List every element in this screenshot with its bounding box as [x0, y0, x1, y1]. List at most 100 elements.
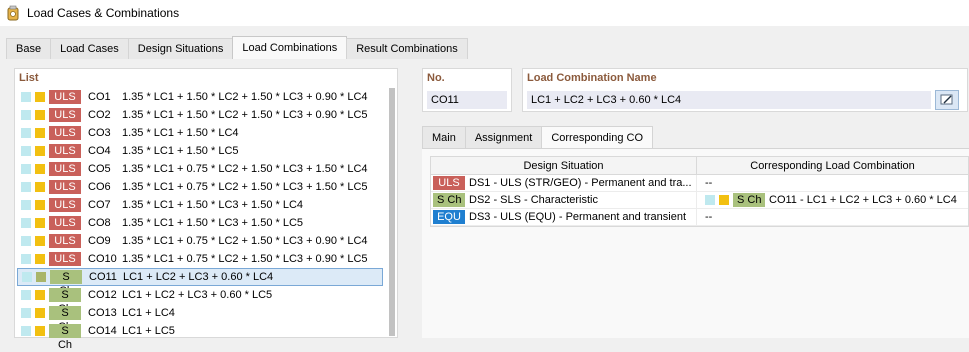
list-item[interactable]: ULS CO4 1.35 * LC1 + 1.50 * LC5: [17, 142, 383, 160]
co-number: CO9: [88, 235, 111, 247]
no-label: No.: [427, 72, 445, 84]
co-formula: 1.35 * LC1 + 1.50 * LC3 + 1.50 * LC5: [122, 217, 304, 229]
co-formula: 1.35 * LC1 + 1.50 * LC3 + 1.50 * LC4: [122, 199, 304, 211]
list-item[interactable]: ULS CO2 1.35 * LC1 + 1.50 * LC2 + 1.50 * L…: [17, 106, 383, 124]
list-item[interactable]: ULS CO9 1.35 * LC1 + 0.75 * LC2 + 1.50 * L…: [17, 232, 383, 250]
list-item[interactable]: ULS CO1 1.35 * LC1 + 1.50 * LC2 + 1.50 * L…: [17, 88, 383, 106]
list-item[interactable]: ULS CO7 1.35 * LC1 + 1.50 * LC3 + 1.50 * L…: [17, 196, 383, 214]
type-swatch-icon: [35, 92, 45, 102]
design-situation-cell: S Ch DS2 - SLS - Characteristic: [431, 191, 697, 209]
co-formula: 1.35 * LC1 + 0.75 * LC2 + 1.50 * LC3 + 0…: [122, 253, 368, 265]
table-row[interactable]: ULS DS1 - ULS (STR/GEO) - Permanent and t…: [431, 174, 968, 192]
co-formula: 1.35 * LC1 + 0.75 * LC2 + 1.50 * LC3 + 0…: [122, 235, 368, 247]
co-number: CO11: [89, 271, 117, 283]
category-badge: ULS: [49, 252, 81, 266]
color-swatch-icon: [21, 128, 31, 138]
tab-corresponding-co[interactable]: Corresponding CO: [541, 126, 654, 148]
app-icon: [5, 5, 21, 21]
edit-name-button[interactable]: [935, 90, 959, 110]
design-situation-text: DS3 - ULS (EQU) - Permanent and transien…: [469, 211, 687, 223]
list-item[interactable]: ULS CO5 1.35 * LC1 + 0.75 * LC2 + 1.50 * L…: [17, 160, 383, 178]
co-formula: 1.35 * LC1 + 0.75 * LC2 + 1.50 * LC3 + 1…: [122, 163, 368, 175]
type-swatch-icon: [35, 236, 45, 246]
tab-main[interactable]: Main: [422, 126, 466, 148]
co-number: CO4: [88, 145, 111, 157]
corresponding-text: CO11 - LC1 + LC2 + LC3 + 0.60 * LC4: [769, 194, 957, 206]
corresponding-cell[interactable]: S Ch CO11 - LC1 + LC2 + LC3 + 0.60 * LC4: [697, 192, 968, 209]
type-swatch-icon: [35, 128, 45, 138]
co-number: CO1: [88, 91, 111, 103]
list-item[interactable]: ULS CO10 1.35 * LC1 + 0.75 * LC2 + 1.50 * …: [17, 250, 383, 268]
color-swatch-icon: [21, 236, 31, 246]
co-number: CO10: [88, 253, 117, 265]
no-panel: No. CO11: [422, 68, 512, 112]
type-swatch-icon: [35, 164, 45, 174]
design-situation-cell: ULS DS1 - ULS (STR/GEO) - Permanent and t…: [431, 174, 697, 192]
co-formula: LC1 + LC2 + LC3 + 0.60 * LC4: [123, 271, 274, 283]
co-number: CO8: [88, 217, 111, 229]
color-swatch-icon: [21, 200, 31, 210]
co-number: CO7: [88, 199, 111, 211]
co-formula: 1.35 * LC1 + 0.75 * LC2 + 1.50 * LC3 + 1…: [122, 181, 368, 193]
tab-assignment[interactable]: Assignment: [464, 126, 543, 148]
list-item[interactable]: ULS CO8 1.35 * LC1 + 1.50 * LC3 + 1.50 * L…: [17, 214, 383, 232]
list-rows: ULS CO1 1.35 * LC1 + 1.50 * LC2 + 1.50 * L…: [17, 88, 383, 351]
corresponding-text: --: [705, 177, 713, 189]
list-item[interactable]: S Ch CO11 LC1 + LC2 + LC3 + 0.60 * LC4: [17, 268, 383, 297]
col-corresponding-lc: Corresponding Load Combination: [750, 160, 915, 172]
design-situation-text: DS1 - ULS (STR/GEO) - Permanent and tra.…: [469, 177, 692, 189]
list-item[interactable]: S Ch CO12 LC1 + LC2 + LC3 + 0.60 * LC5: [17, 286, 383, 315]
no-field[interactable]: CO11: [427, 91, 507, 109]
edit-icon: [940, 94, 953, 105]
main-tabs: Base Load Cases Design Situations Load C…: [0, 36, 468, 60]
color-swatch-icon: [21, 308, 31, 318]
co-formula: LC1 + LC2 + LC3 + 0.60 * LC5: [122, 289, 273, 301]
name-field[interactable]: LC1 + LC2 + LC3 + 0.60 * LC4: [527, 91, 931, 109]
scroll-thumb[interactable]: [389, 88, 395, 336]
co-formula: LC1 + LC4: [122, 307, 175, 319]
category-badge: S Ch: [433, 193, 465, 207]
tab-load-combinations[interactable]: Load Combinations: [232, 36, 348, 59]
co-formula: 1.35 * LC1 + 1.50 * LC4: [122, 127, 239, 139]
co-formula: 1.35 * LC1 + 1.50 * LC5: [122, 145, 239, 157]
list-item[interactable]: S Ch CO13 LC1 + LC4: [17, 304, 383, 333]
corresponding-cell[interactable]: --: [697, 175, 968, 192]
list-item[interactable]: ULS CO6 1.35 * LC1 + 0.75 * LC2 + 1.50 * L…: [17, 178, 383, 196]
co-number: CO13: [88, 307, 117, 319]
co-number: CO12: [88, 289, 117, 301]
category-badge: EQU: [433, 210, 465, 224]
type-swatch-icon: [35, 254, 45, 264]
window-title: Load Cases & Combinations: [27, 6, 180, 20]
color-swatch-icon: [21, 182, 31, 192]
tab-load-cases[interactable]: Load Cases: [50, 38, 129, 59]
category-badge: S Ch: [49, 306, 81, 333]
corresponding-text: --: [705, 211, 713, 223]
type-swatch-icon: [35, 182, 45, 192]
corresponding-cell[interactable]: --: [697, 209, 968, 226]
category-badge: ULS: [49, 144, 81, 158]
type-swatch-icon: [719, 195, 729, 205]
sub-tabs: Main Assignment Corresponding CO: [422, 126, 654, 148]
tab-design-situations[interactable]: Design Situations: [127, 38, 234, 59]
table-row[interactable]: S Ch DS2 - SLS - Characteristic S Ch CO11 -…: [431, 191, 968, 209]
category-badge: ULS: [49, 126, 81, 140]
color-swatch-icon: [21, 146, 31, 156]
list-item[interactable]: ULS CO3 1.35 * LC1 + 1.50 * LC4: [17, 124, 383, 142]
category-badge: ULS: [49, 90, 81, 104]
category-badge: S Ch: [49, 288, 81, 315]
tab-base[interactable]: Base: [6, 38, 52, 59]
type-swatch-icon: [35, 200, 45, 210]
tab-result-combinations[interactable]: Result Combinations: [346, 38, 468, 59]
name-label: Load Combination Name: [527, 72, 657, 84]
type-swatch-icon: [35, 110, 45, 120]
color-swatch-icon: [21, 110, 31, 120]
type-swatch-icon: [35, 146, 45, 156]
table-row[interactable]: EQU DS3 - ULS (EQU) - Permanent and trans…: [431, 208, 968, 226]
name-panel: Load Combination Name LC1 + LC2 + LC3 + …: [522, 68, 968, 112]
grid-rows: ULS DS1 - ULS (STR/GEO) - Permanent and t…: [431, 174, 968, 226]
list-item[interactable]: S Ch CO14 LC1 + LC5: [17, 322, 383, 351]
corresponding-grid: Design Situation Corresponding Load Comb…: [430, 156, 969, 227]
list-scrollbar[interactable]: [389, 88, 395, 336]
color-swatch-icon: [705, 195, 715, 205]
type-swatch-icon: [35, 308, 45, 318]
